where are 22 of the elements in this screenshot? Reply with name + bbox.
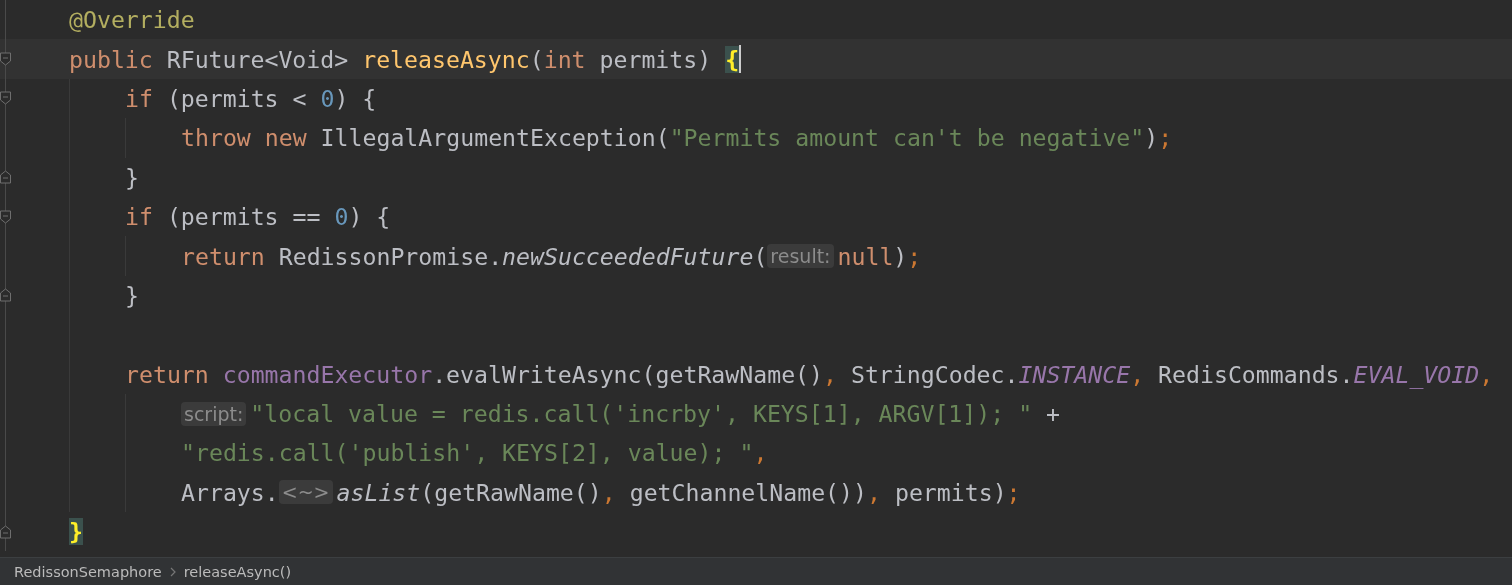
code-line: "redis.call('publish', KEYS[2], value); ", [181, 438, 768, 468]
fold-marker-icon[interactable] [0, 523, 12, 540]
code-line: script: "local value = redis.call('incrby', KEYS[1], ARGV[1]); " + [181, 398, 1061, 429]
fold-marker-icon[interactable] [0, 287, 12, 304]
chevron-right-icon [169, 566, 176, 577]
breadcrumb-item[interactable]: RedissonSemaphore [14, 563, 162, 580]
fold-marker-icon[interactable] [0, 169, 12, 186]
code-line: } [125, 280, 139, 311]
code-line: Arrays.<~> asList(getRawName(), getChannelName()), permits); [181, 477, 1021, 508]
text-cursor [739, 45, 742, 74]
code-line: @Override [69, 5, 195, 35]
breadcrumb-item[interactable]: releaseAsync() [183, 563, 292, 580]
code-line: } [125, 162, 139, 193]
fold-marker-icon[interactable] [0, 90, 12, 107]
code-line: if (permits < 0) { [125, 83, 377, 114]
code-line: throw new IllegalArgumentException("Permits amount can't be negative"); [181, 123, 1173, 153]
code-line: if (permits == 0) { [125, 202, 391, 232]
code-line: return commandExecutor.evalWriteAsync(getRawName(), StringCodec.INSTANCE, RedisCommands.EVAL_VOID, [125, 359, 1494, 390]
fold-marker-icon[interactable] [0, 51, 12, 68]
code-line: return RedissonPromise.newSucceededFuture(result: null); [181, 241, 922, 272]
fold-marker-icon[interactable] [0, 208, 12, 225]
code-line: public RFuture<Void> releaseAsync(int permits) { [69, 44, 740, 75]
